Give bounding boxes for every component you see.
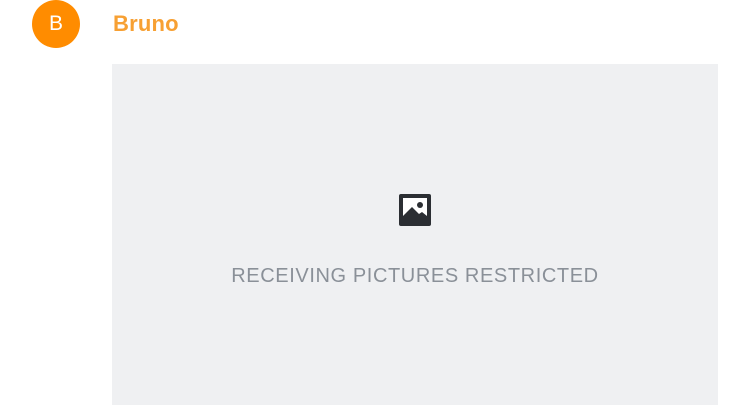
message-item: B Bruno RECEIVING PICTURES RESTRICTED: [0, 0, 750, 405]
sender-name[interactable]: Bruno: [113, 10, 179, 38]
restricted-label: RECEIVING PICTURES RESTRICTED: [231, 265, 599, 287]
restricted-media-placeholder: RECEIVING PICTURES RESTRICTED: [112, 64, 718, 405]
picture-icon: [399, 194, 431, 226]
avatar-letter: B: [48, 12, 63, 35]
avatar[interactable]: B: [32, 0, 80, 48]
picture-icon-sun: [417, 202, 423, 208]
